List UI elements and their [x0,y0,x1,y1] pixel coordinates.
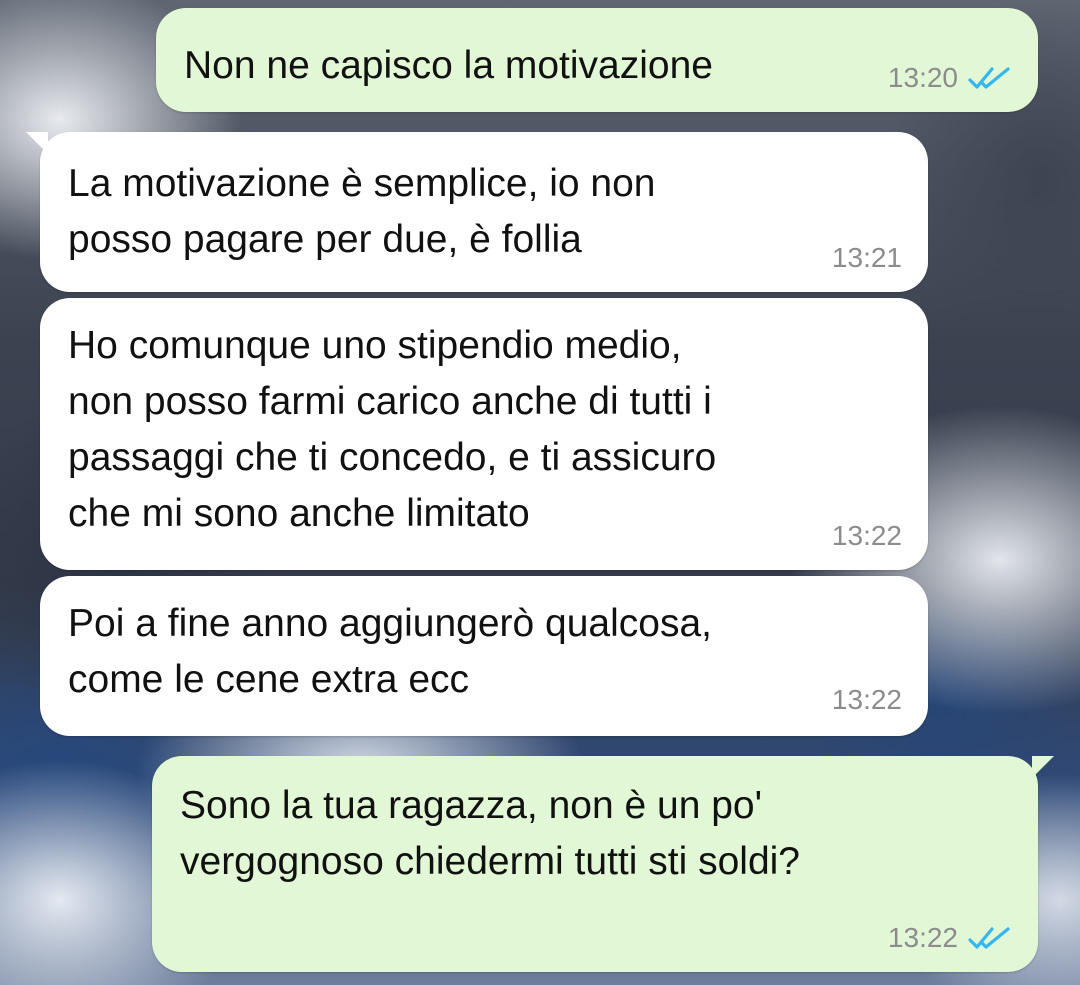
message-bubble-received[interactable]: La motivazione è semplice, io non posso … [26,132,928,292]
message-time: 13:20 [887,62,958,93]
message-bubble-received[interactable]: Poi a fine anno aggiungerò qualcosa, com… [40,576,928,736]
message-time: 13:22 [887,922,958,953]
bubble-tail [26,132,48,154]
double-check-read-icon [968,67,1010,89]
message-text: Poi a fine anno aggiungerò qualcosa, com… [68,602,712,701]
message-time: 13:21 [831,242,902,273]
message-text: Ho comunque uno stipendio medio, non pos… [68,324,717,535]
bubble-tail [1032,756,1054,778]
message-bubble-sent[interactable]: Sono la tua ragazza, non è un po' vergog… [152,756,1054,972]
message-time: 13:22 [831,520,902,551]
message-bubble-sent[interactable]: Non ne capisco la motivazione 13:20 [156,8,1038,112]
message-time: 13:22 [831,684,902,715]
message-text: La motivazione è semplice, io non posso … [68,162,656,261]
double-check-read-icon [968,927,1010,949]
message-text: Sono la tua ragazza, non è un po' vergog… [180,784,800,883]
message-bubble-received[interactable]: Ho comunque uno stipendio medio, non pos… [40,298,928,570]
message-text: Non ne capisco la motivazione [184,44,713,87]
